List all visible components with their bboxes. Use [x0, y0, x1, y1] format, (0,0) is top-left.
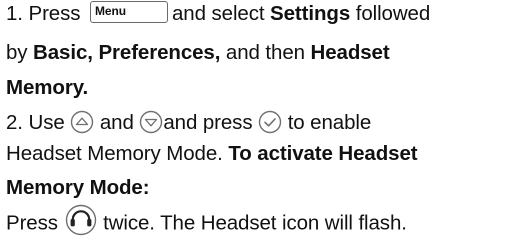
step-1-mid: and select	[172, 2, 271, 25]
basic-preferences-label: Basic, Preferences,	[33, 41, 221, 64]
step-2-and-press: and press	[163, 111, 259, 134]
step-1-line-3: Memory.	[6, 74, 88, 101]
instruction-page: 1. Press Menu and select Settings followe…	[0, 0, 530, 241]
step-2-mode-text: Headset Memory Mode.	[6, 142, 229, 165]
memory-mode-heading: Memory Mode:	[6, 176, 150, 199]
settings-label: Settings	[270, 2, 351, 25]
down-arrow-key-icon	[139, 110, 163, 134]
step-1-prefix: 1. Press	[6, 2, 86, 25]
step-2-line-3: Memory Mode:	[6, 174, 150, 201]
step-2-and: and	[94, 111, 140, 134]
step-2-line-1: 2. Use and and press to enable	[6, 109, 371, 136]
step-1-line-1: 1. Press Menu and select Settings followe…	[6, 0, 430, 27]
step-1-and-then: and then	[220, 41, 311, 64]
checkmark-ok-key-icon	[258, 110, 282, 134]
menu-key-label: Menu	[95, 3, 126, 18]
step-1-by: by	[6, 41, 34, 64]
headset-key-icon	[64, 204, 98, 236]
menu-key-icon: Menu	[90, 0, 168, 23]
step-2-to-enable: to enable	[282, 111, 372, 134]
headset-label: Headset	[310, 41, 390, 64]
memory-label: Memory.	[6, 76, 89, 99]
step-1-line-2: by Basic, Preferences, and then Headset	[6, 39, 390, 66]
activate-heading: To activate Headset	[228, 142, 418, 165]
step-1-followed: followed	[350, 2, 431, 25]
step-3-press: Press	[6, 211, 64, 235]
step-2-line-2: Headset Memory Mode. To activate Headset	[6, 140, 418, 167]
step-2-use: 2. Use	[6, 111, 71, 134]
up-arrow-key-icon	[70, 110, 94, 134]
step-3-rest: twice. The Headset icon will flash.	[97, 211, 407, 235]
step-3-line: Press twice. The Headset icon will flash…	[6, 204, 407, 240]
